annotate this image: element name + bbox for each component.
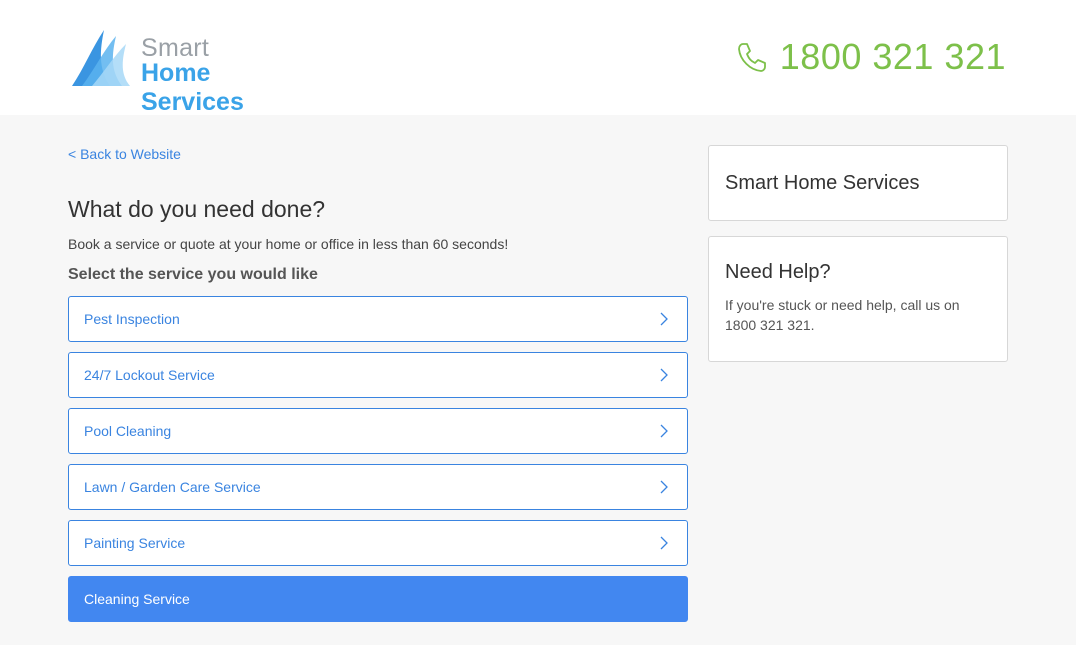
help-text: If you're stuck or need help, call us on… (725, 297, 960, 333)
site-header: Smart Home Services 1800 321 321 (0, 0, 1076, 116)
company-name: Smart Home Services (725, 171, 920, 194)
sidebar: Smart Home Services Need Help? If you're… (708, 145, 1008, 362)
service-list: Pest Inspection 24/7 Lockout Service Poo… (68, 296, 688, 622)
wing-logo-icon (72, 30, 130, 86)
chevron-right-icon (659, 479, 669, 495)
help-card: Need Help? If you're stuck or need help,… (708, 236, 1008, 362)
help-title: Need Help? (725, 261, 831, 283)
service-option-pool-cleaning[interactable]: Pool Cleaning (68, 408, 688, 454)
service-option-label: Pool Cleaning (84, 423, 172, 439)
chevron-right-icon (659, 423, 669, 439)
service-option-cleaning[interactable]: Cleaning Service (68, 576, 688, 622)
service-option-pest-inspection[interactable]: Pest Inspection (68, 296, 688, 342)
service-option-label: Lawn / Garden Care Service (84, 479, 261, 495)
page-title: What do you need done? (68, 196, 326, 222)
main-content: < Back to Website What do you need done?… (68, 145, 688, 632)
service-section-label: Select the service you would like (68, 266, 318, 283)
header-phone[interactable]: 1800 321 321 (736, 36, 1006, 78)
company-card: Smart Home Services (708, 145, 1008, 221)
chevron-right-icon (659, 311, 669, 327)
page-subtitle: Book a service or quote at your home or … (68, 236, 509, 252)
chevron-right-icon (659, 367, 669, 383)
company-logo[interactable]: Smart Home Services (70, 26, 315, 116)
service-option-label: Cleaning Service (84, 591, 190, 607)
phone-number: 1800 321 321 (779, 36, 1006, 77)
service-option-lawn-garden[interactable]: Lawn / Garden Care Service (68, 464, 688, 510)
service-option-label: 24/7 Lockout Service (84, 367, 215, 383)
logo-text-home-services: Home Services (141, 59, 244, 116)
chevron-right-icon (659, 535, 669, 551)
back-to-website-link[interactable]: < Back to Website (68, 146, 181, 162)
phone-icon (737, 43, 766, 72)
service-option-label: Pest Inspection (84, 311, 180, 327)
service-option-painting[interactable]: Painting Service (68, 520, 688, 566)
service-option-lockout[interactable]: 24/7 Lockout Service (68, 352, 688, 398)
service-option-label: Painting Service (84, 535, 186, 551)
